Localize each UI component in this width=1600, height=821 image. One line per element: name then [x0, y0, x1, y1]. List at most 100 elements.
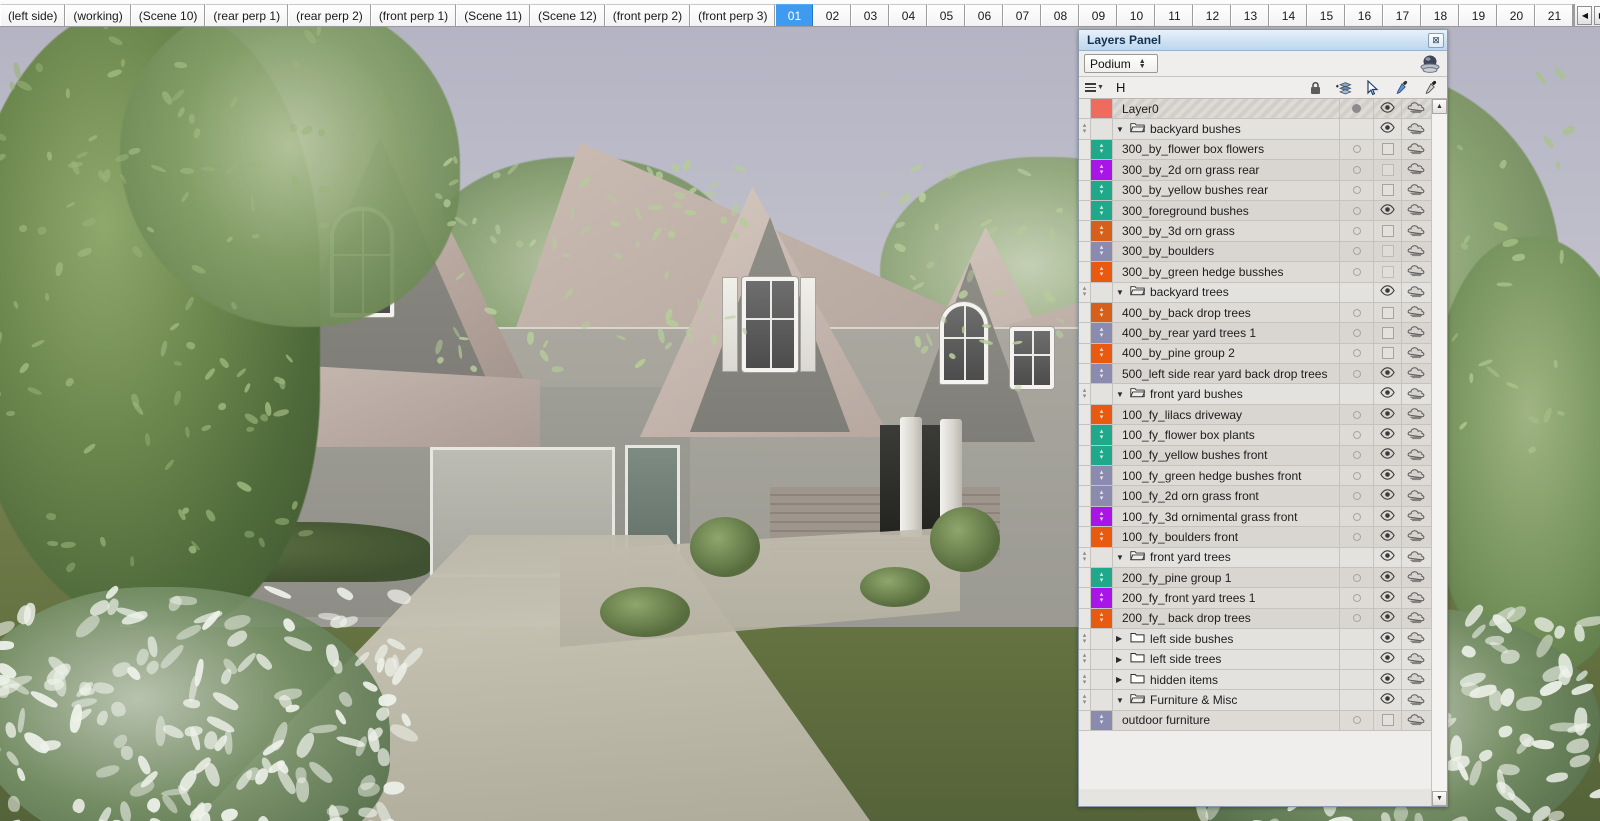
visibility-toggle[interactable]	[1373, 160, 1401, 179]
row-drag-handle[interactable]	[1079, 711, 1091, 730]
visibility-toggle[interactable]	[1373, 690, 1401, 709]
row-drag-handle[interactable]	[1079, 181, 1091, 200]
layer-row[interactable]: ▴ ▾ 400_by_back drop trees	[1079, 303, 1431, 323]
layer-name-cell[interactable]: 100_fy_3d ornimental grass front	[1113, 507, 1339, 526]
visibility-toggle[interactable]	[1373, 609, 1401, 628]
shadow-toggle[interactable]	[1401, 711, 1431, 730]
row-drag-handle[interactable]	[1079, 242, 1091, 261]
layer-name-cell[interactable]: 300_by_green hedge busshes	[1113, 262, 1339, 281]
visibility-toggle[interactable]	[1373, 466, 1401, 485]
layer-name-cell[interactable]: 200_fy_front yard trees 1	[1113, 588, 1339, 607]
active-layer-radio[interactable]	[1339, 711, 1373, 730]
active-layer-radio[interactable]	[1339, 344, 1373, 363]
shadow-toggle[interactable]	[1401, 548, 1431, 567]
layer-row[interactable]: ▴ ▾ 300_by_flower box flowers	[1079, 140, 1431, 160]
shadow-toggle[interactable]	[1401, 486, 1431, 505]
active-layer-radio[interactable]	[1339, 629, 1373, 648]
row-drag-handle[interactable]: ▴ ▾	[1079, 548, 1091, 567]
layer-color-swatch[interactable]: ▴ ▾	[1091, 221, 1113, 240]
layer-name-cell[interactable]: ▶ left side trees	[1113, 650, 1339, 669]
shadow-toggle[interactable]	[1401, 609, 1431, 628]
layer-color-swatch[interactable]	[1091, 119, 1113, 138]
layers-panel-titlebar[interactable]: Layers Panel ⊠	[1079, 30, 1447, 51]
scene-tab-15[interactable]: 15	[1307, 4, 1345, 26]
row-drag-handle[interactable]: ▴ ▾	[1079, 119, 1091, 138]
layer-name-cell[interactable]: ▶ left side bushes	[1113, 629, 1339, 648]
layer-color-swatch[interactable]	[1091, 384, 1113, 403]
visibility-toggle[interactable]	[1373, 507, 1401, 526]
active-layer-radio[interactable]	[1339, 527, 1373, 546]
layer-row[interactable]: ▴ ▾ 200_fy_front yard trees 1	[1079, 588, 1431, 608]
layer-name-cell[interactable]: ▼ backyard bushes	[1113, 119, 1339, 138]
layer-color-swatch[interactable]: ▴ ▾	[1091, 711, 1113, 730]
active-layer-radio[interactable]	[1339, 181, 1373, 200]
active-layer-radio[interactable]	[1339, 364, 1373, 383]
row-drag-handle[interactable]	[1079, 425, 1091, 444]
scene-tab[interactable]: (rear perp 2)	[288, 4, 371, 26]
add-layer-icon[interactable]	[1336, 80, 1352, 96]
select-arrow-icon[interactable]	[1365, 80, 1381, 96]
scene-tab[interactable]: (rear perp 1)	[205, 4, 288, 26]
scene-tab-14[interactable]: 14	[1269, 4, 1307, 26]
layer-color-swatch[interactable]	[1091, 629, 1113, 648]
active-layer-radio[interactable]	[1339, 507, 1373, 526]
active-layer-radio[interactable]	[1339, 242, 1373, 261]
layer-group-row[interactable]: ▴ ▾ ▼ backyard bushes	[1079, 119, 1431, 139]
layer-color-swatch[interactable]: ▴ ▾	[1091, 303, 1113, 322]
active-layer-radio[interactable]	[1339, 262, 1373, 281]
scene-tab-21[interactable]: 21	[1535, 4, 1573, 26]
layer-color-swatch[interactable]: ▴ ▾	[1091, 262, 1113, 281]
shadow-toggle[interactable]	[1401, 446, 1431, 465]
row-drag-handle[interactable]: ▴ ▾	[1079, 384, 1091, 403]
layer-name-cell[interactable]: 300_by_yellow bushes rear	[1113, 181, 1339, 200]
shadow-toggle[interactable]	[1401, 160, 1431, 179]
layer-group-row[interactable]: ▴ ▾ ▼ Furniture & Misc	[1079, 690, 1431, 710]
shadow-toggle[interactable]	[1401, 119, 1431, 138]
layer-row[interactable]: ▴ ▾ 100_fy_boulders front	[1079, 527, 1431, 547]
layer-color-swatch[interactable]: ▴ ▾	[1091, 527, 1113, 546]
visibility-toggle[interactable]	[1373, 303, 1401, 322]
tab-scroll-controls[interactable]: ◀▶	[1574, 4, 1600, 26]
layer-color-swatch[interactable]: ▴ ▾	[1091, 364, 1113, 383]
layer-row[interactable]: ▴ ▾ 300_by_yellow bushes rear	[1079, 181, 1431, 201]
layer-name-cell[interactable]: 300_by_boulders	[1113, 242, 1339, 261]
active-layer-radio[interactable]	[1339, 99, 1373, 118]
row-drag-handle[interactable]	[1079, 568, 1091, 587]
row-drag-handle[interactable]	[1079, 609, 1091, 628]
shadow-toggle[interactable]	[1401, 690, 1431, 709]
active-layer-radio[interactable]	[1339, 486, 1373, 505]
chevron-right-icon[interactable]: ▶	[1116, 675, 1125, 684]
layer-group-row[interactable]: ▴ ▾ ▼ front yard trees	[1079, 548, 1431, 568]
active-layer-radio[interactable]	[1339, 670, 1373, 689]
shadow-toggle[interactable]	[1401, 405, 1431, 424]
layer-name-cell[interactable]: 200_fy_pine group 1	[1113, 568, 1339, 587]
row-drag-handle[interactable]: ▴ ▾	[1079, 690, 1091, 709]
shadow-toggle[interactable]	[1401, 99, 1431, 118]
chevron-right-icon[interactable]: ▶	[1116, 655, 1125, 664]
layer-row[interactable]: ▴ ▾ 100_fy_yellow bushes front	[1079, 446, 1431, 466]
layer-name-cell[interactable]: 400_by_pine group 2	[1113, 344, 1339, 363]
layer-row[interactable]: Layer0	[1079, 99, 1431, 119]
layer-name-cell[interactable]: 100_fy_boulders front	[1113, 527, 1339, 546]
layers-list[interactable]: Layer0 ▴ ▾ ▼ backyard bushes ▴ ▾ 300_by_flower …	[1079, 99, 1431, 806]
layer-row[interactable]: ▴ ▾ 300_by_green hedge busshes	[1079, 262, 1431, 282]
layer-row[interactable]: ▴ ▾ 100_fy_2d orn grass front	[1079, 486, 1431, 506]
layer-group-row[interactable]: ▴ ▾ ▶ left side trees	[1079, 650, 1431, 670]
chevron-down-icon[interactable]: ▼	[1116, 553, 1125, 562]
shadow-toggle[interactable]	[1401, 221, 1431, 240]
layer-color-swatch[interactable]: ▴ ▾	[1091, 466, 1113, 485]
layer-color-swatch[interactable]	[1091, 283, 1113, 302]
scene-tab-17[interactable]: 17	[1383, 4, 1421, 26]
layer-row[interactable]: ▴ ▾ 300_foreground bushes	[1079, 201, 1431, 221]
scene-tab[interactable]: (front perp 3)	[690, 4, 775, 26]
active-layer-radio[interactable]	[1339, 160, 1373, 179]
layer-color-swatch[interactable]: ▴ ▾	[1091, 405, 1113, 424]
active-layer-radio[interactable]	[1339, 140, 1373, 159]
layer-color-swatch[interactable]	[1091, 99, 1113, 118]
shadow-toggle[interactable]	[1401, 425, 1431, 444]
scene-tab-12[interactable]: 12	[1193, 4, 1231, 26]
visibility-toggle[interactable]	[1373, 527, 1401, 546]
layer-color-swatch[interactable]	[1091, 548, 1113, 567]
layer-group-row[interactable]: ▴ ▾ ▶ left side bushes	[1079, 629, 1431, 649]
row-drag-handle[interactable]	[1079, 160, 1091, 179]
